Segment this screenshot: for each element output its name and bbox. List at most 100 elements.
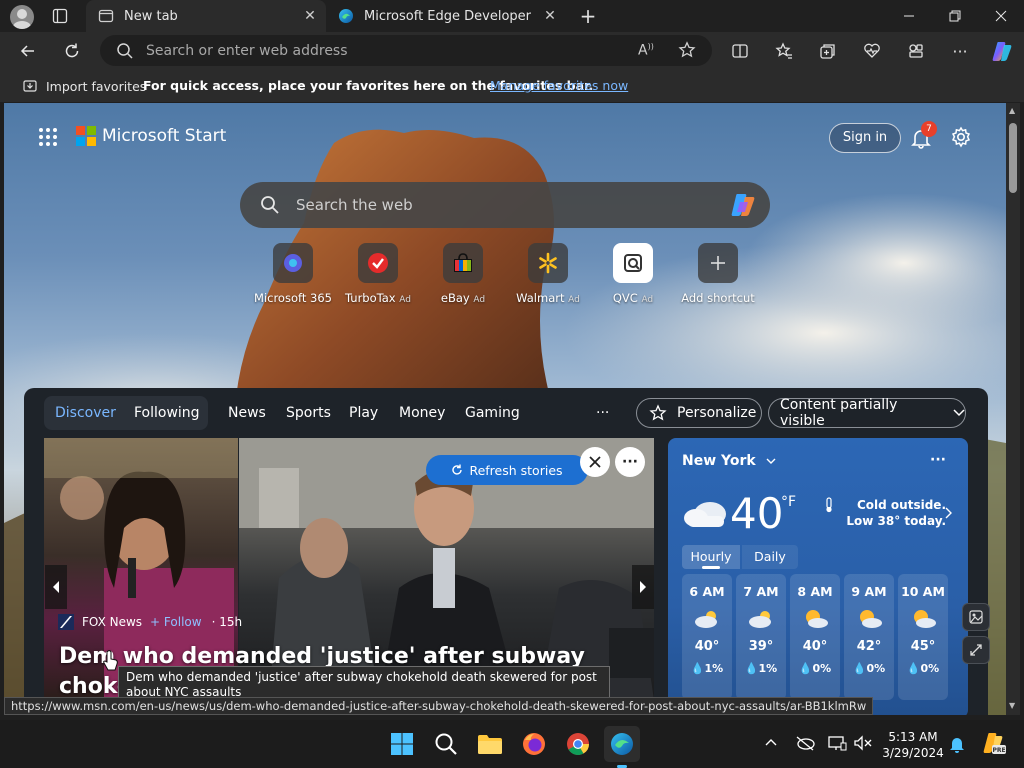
shortcut-ebay[interactable]: eBay Ad (420, 243, 506, 313)
tab-close-icon[interactable]: ✕ (542, 8, 558, 24)
precip-value: 0% (812, 662, 832, 675)
tab-news[interactable]: News (228, 396, 266, 430)
web-search-box[interactable] (240, 182, 770, 228)
precip-value: 0% (920, 662, 940, 675)
hour-temp: 40° (802, 639, 828, 654)
hour-precip: 💧0% (852, 662, 886, 675)
tab-title: New tab (124, 8, 178, 24)
weather-tab-daily[interactable]: Daily (742, 545, 798, 569)
tab-edge-developer[interactable]: Microsoft Edge Developer ✕ (328, 0, 566, 32)
weather-tab-hourly[interactable]: Hourly (682, 545, 740, 569)
app-launcher-icon[interactable] (38, 127, 58, 147)
show-hidden-icons-chevron-icon[interactable] (765, 738, 777, 746)
tab-actions-icon[interactable] (52, 8, 68, 24)
settings-more-icon[interactable]: ··· (946, 37, 974, 65)
dismiss-refresh-button[interactable] (580, 447, 610, 477)
hourly-forecast-item[interactable]: 10 AM 45° 💧0% (898, 574, 948, 700)
more-tabs-button[interactable]: ··· (596, 396, 609, 430)
weather-cloud-icon (682, 498, 728, 528)
new-tab-plus-icon[interactable]: + (578, 6, 598, 26)
temperature-unit[interactable]: °F (781, 494, 796, 510)
hour-temp: 45° (910, 639, 936, 654)
microsoft-start-logo[interactable]: Microsoft Start (76, 126, 226, 146)
tab-play[interactable]: Play (349, 396, 378, 430)
network-icon[interactable] (827, 735, 847, 751)
expand-icon (970, 644, 982, 656)
chrome-button[interactable] (560, 726, 596, 762)
refresh-stories-button[interactable]: Refresh stories (426, 455, 588, 485)
ad-label: Ad (641, 295, 654, 305)
read-aloud-icon[interactable]: A)) (638, 42, 654, 59)
file-explorer-button[interactable] (472, 726, 508, 762)
weather-location-dropdown[interactable]: New York (682, 453, 776, 469)
tab-discover[interactable]: Discover (55, 396, 116, 430)
tab-money[interactable]: Money (399, 396, 445, 430)
scrollbar-thumb[interactable] (1009, 123, 1017, 193)
shortcut-turbotax[interactable]: TurboTax Ad (335, 243, 421, 313)
shortcut-walmart[interactable]: Walmart Ad (505, 243, 591, 313)
taskbar-search-button[interactable] (428, 726, 464, 762)
refresh-button[interactable] (58, 37, 86, 65)
address-bar[interactable]: A)) (100, 35, 712, 66)
profile-avatar[interactable] (10, 5, 34, 29)
tab-new-tab[interactable]: New tab ✕ (86, 0, 326, 32)
extensions-icon[interactable] (902, 37, 930, 65)
browser-essentials-icon[interactable] (858, 37, 886, 65)
clock-time: 5:13 AM (888, 730, 938, 744)
favorites-icon[interactable] (770, 37, 798, 65)
shortcut-qvc[interactable]: QVC Ad (590, 243, 676, 313)
edge-taskbar-button[interactable] (604, 726, 640, 768)
hourly-forecast-item[interactable]: 9 AM 42° 💧0% (844, 574, 894, 700)
tab-close-icon[interactable]: ✕ (302, 8, 318, 24)
tab-sports[interactable]: Sports (286, 396, 331, 430)
background-image-button[interactable] (962, 603, 990, 631)
add-shortcut-button[interactable]: Add shortcut (675, 243, 761, 313)
follow-button[interactable]: + Follow (150, 615, 202, 629)
content-visibility-dropdown[interactable]: Content partially visible (768, 397, 966, 429)
minimize-button[interactable] (886, 0, 932, 32)
start-button[interactable] (384, 726, 420, 762)
weather-more-options[interactable]: ··· (930, 452, 946, 468)
story-more-options-button[interactable]: ··· (615, 447, 645, 477)
volume-muted-icon[interactable] (853, 735, 873, 751)
tab-following[interactable]: Following (134, 396, 200, 430)
favorite-star-icon[interactable] (678, 41, 696, 59)
shortcut-microsoft-365[interactable]: Microsoft 365 (250, 243, 336, 313)
carousel-next-button[interactable] (632, 565, 654, 609)
sign-in-button[interactable]: Sign in (829, 123, 901, 153)
shortcut-label: Add shortcut (681, 291, 755, 305)
copilot-icon[interactable] (988, 37, 1016, 65)
thermometer-icon (824, 497, 834, 513)
web-search-input[interactable] (296, 182, 696, 228)
page-scrollbar[interactable]: ▲ ▼ (1006, 103, 1020, 715)
back-button[interactable] (14, 37, 42, 65)
tab-gaming[interactable]: Gaming (465, 396, 520, 430)
import-favorites-button[interactable]: Import favorites (14, 78, 146, 94)
expand-feed-button[interactable] (962, 636, 990, 664)
address-input[interactable] (146, 35, 626, 66)
copilot-search-icon[interactable] (728, 192, 758, 218)
chevron-right-icon[interactable] (945, 507, 952, 519)
hourly-forecast-item[interactable]: 8 AM 40° 💧0% (790, 574, 840, 700)
carousel-prev-button[interactable] (45, 565, 67, 609)
copilot-preview-icon[interactable]: PRE (980, 730, 1006, 756)
notification-bell-icon[interactable] (948, 734, 966, 754)
hourly-label: Hourly (690, 549, 732, 564)
partly-sunny-icon (855, 609, 883, 629)
hour-precip: 💧1% (690, 662, 724, 675)
title-bar: New tab ✕ Microsoft Edge Developer ✕ + (0, 0, 1024, 32)
hourly-forecast-item[interactable]: 6 AM 40° 💧1% (682, 574, 732, 700)
weather-location: New York (682, 453, 756, 469)
collections-icon[interactable] (814, 37, 842, 65)
personalize-button[interactable]: Personalize (636, 398, 762, 428)
hourly-forecast-item[interactable]: 7 AM 39° 💧1% (736, 574, 786, 700)
precip-value: 1% (758, 662, 778, 675)
close-window-button[interactable] (978, 0, 1024, 32)
firefox-button[interactable] (516, 726, 552, 762)
manage-favorites-link[interactable]: Manage favorites now (490, 78, 628, 93)
page-settings-gear-icon[interactable] (950, 126, 972, 148)
restore-button[interactable] (932, 0, 978, 32)
system-clock[interactable]: 5:13 AM 3/29/2024 (880, 729, 946, 761)
split-screen-icon[interactable] (726, 37, 754, 65)
onedrive-icon[interactable] (795, 735, 815, 751)
